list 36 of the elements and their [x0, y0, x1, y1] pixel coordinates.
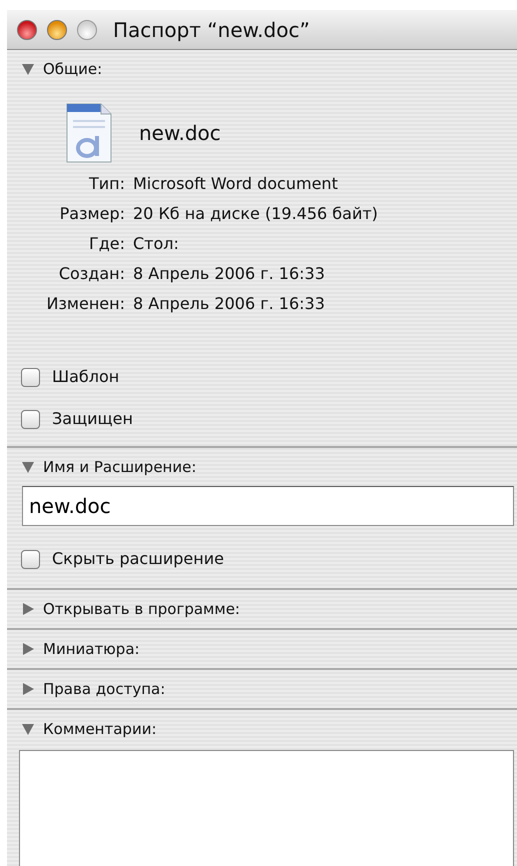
document-icon	[65, 102, 113, 164]
info-label: Тип:	[88, 173, 125, 195]
window-title: Паспорт “new.doc”	[113, 16, 310, 44]
section-title: Общие:	[43, 58, 102, 80]
section-title: Комментарии:	[43, 718, 156, 740]
info-value: 8 Апрель 2006 г. 16:33	[133, 263, 326, 285]
info-label: Создан:	[58, 263, 125, 285]
checkbox-label: Шаблон	[52, 366, 120, 388]
info-value: Microsoft Word document	[133, 173, 339, 195]
disclosure-triangle-icon[interactable]	[21, 642, 35, 656]
zoom-button[interactable]	[77, 20, 97, 40]
section-title: Права доступа:	[43, 678, 166, 700]
checkbox[interactable]	[21, 368, 40, 386]
info-label: Изменен:	[45, 293, 125, 315]
disclosure-triangle-icon[interactable]	[21, 62, 35, 76]
comments-field[interactable]	[19, 750, 514, 866]
info-value: Стол:	[133, 233, 180, 255]
disclosure-triangle-icon[interactable]	[21, 682, 35, 696]
file-name: new.doc	[139, 120, 221, 147]
info-label: Размер:	[58, 203, 125, 225]
checkbox[interactable]	[21, 550, 40, 568]
disclosure-triangle-icon[interactable]	[21, 722, 35, 736]
disclosure-triangle-icon[interactable]	[21, 602, 35, 616]
checkbox[interactable]	[21, 410, 40, 428]
info-label: Где:	[88, 233, 125, 255]
minimize-button[interactable]	[47, 20, 67, 40]
info-value: 8 Апрель 2006 г. 16:33	[133, 293, 326, 315]
close-button[interactable]	[17, 20, 37, 40]
section-title: Открывать в программе:	[43, 598, 240, 620]
info-value: 20 Кб на диске (19.456 байт)	[133, 203, 379, 225]
disclosure-triangle-icon[interactable]	[21, 460, 35, 474]
section-title: Имя и Расширение:	[43, 456, 196, 478]
checkbox-label: Защищен	[52, 408, 133, 430]
name-field[interactable]: new.doc	[22, 486, 514, 526]
checkbox-label: Скрыть расширение	[52, 548, 224, 570]
section-title: Миниатюра:	[43, 638, 140, 660]
